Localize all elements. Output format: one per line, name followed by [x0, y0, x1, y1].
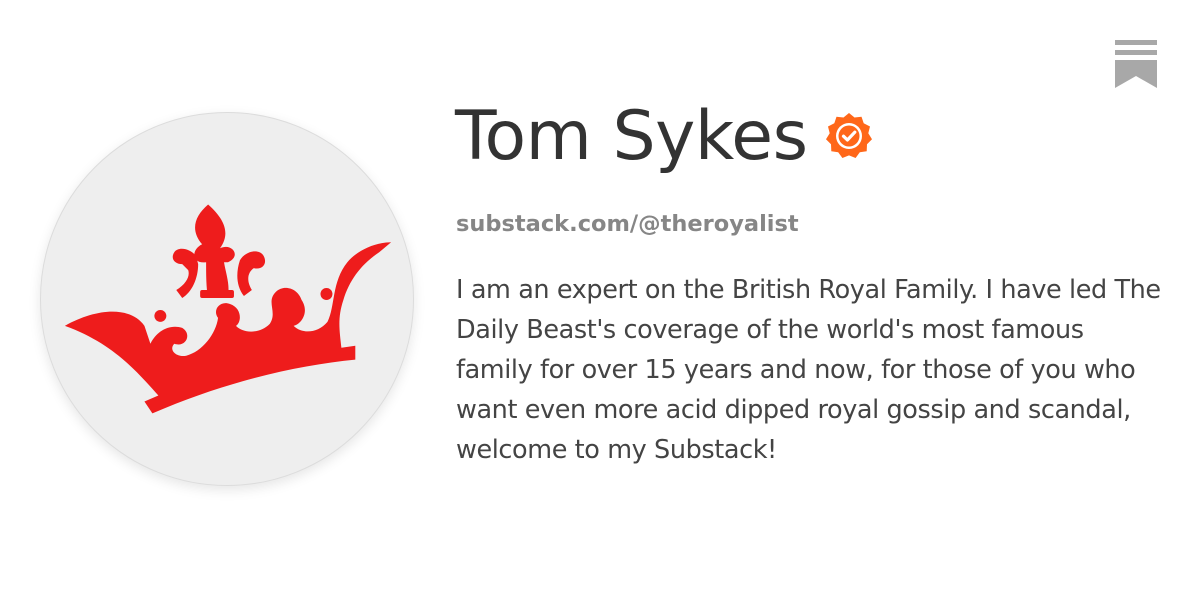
substack-bookmark-icon [1115, 40, 1157, 88]
avatar[interactable] [40, 112, 414, 486]
profile-name: Tom Sykes [455, 97, 808, 176]
crown-icon [64, 204, 392, 414]
profile-card: Tom Sykes substack.com/@theroyalist I am… [0, 0, 1200, 600]
profile-bio: I am an expert on the British Royal Fami… [456, 275, 1161, 465]
profile-handle[interactable]: substack.com/@theroyalist [456, 208, 799, 240]
profile-name-row: Tom Sykes [455, 94, 873, 180]
verified-badge-icon [825, 112, 873, 160]
substack-logo[interactable] [1115, 40, 1157, 88]
